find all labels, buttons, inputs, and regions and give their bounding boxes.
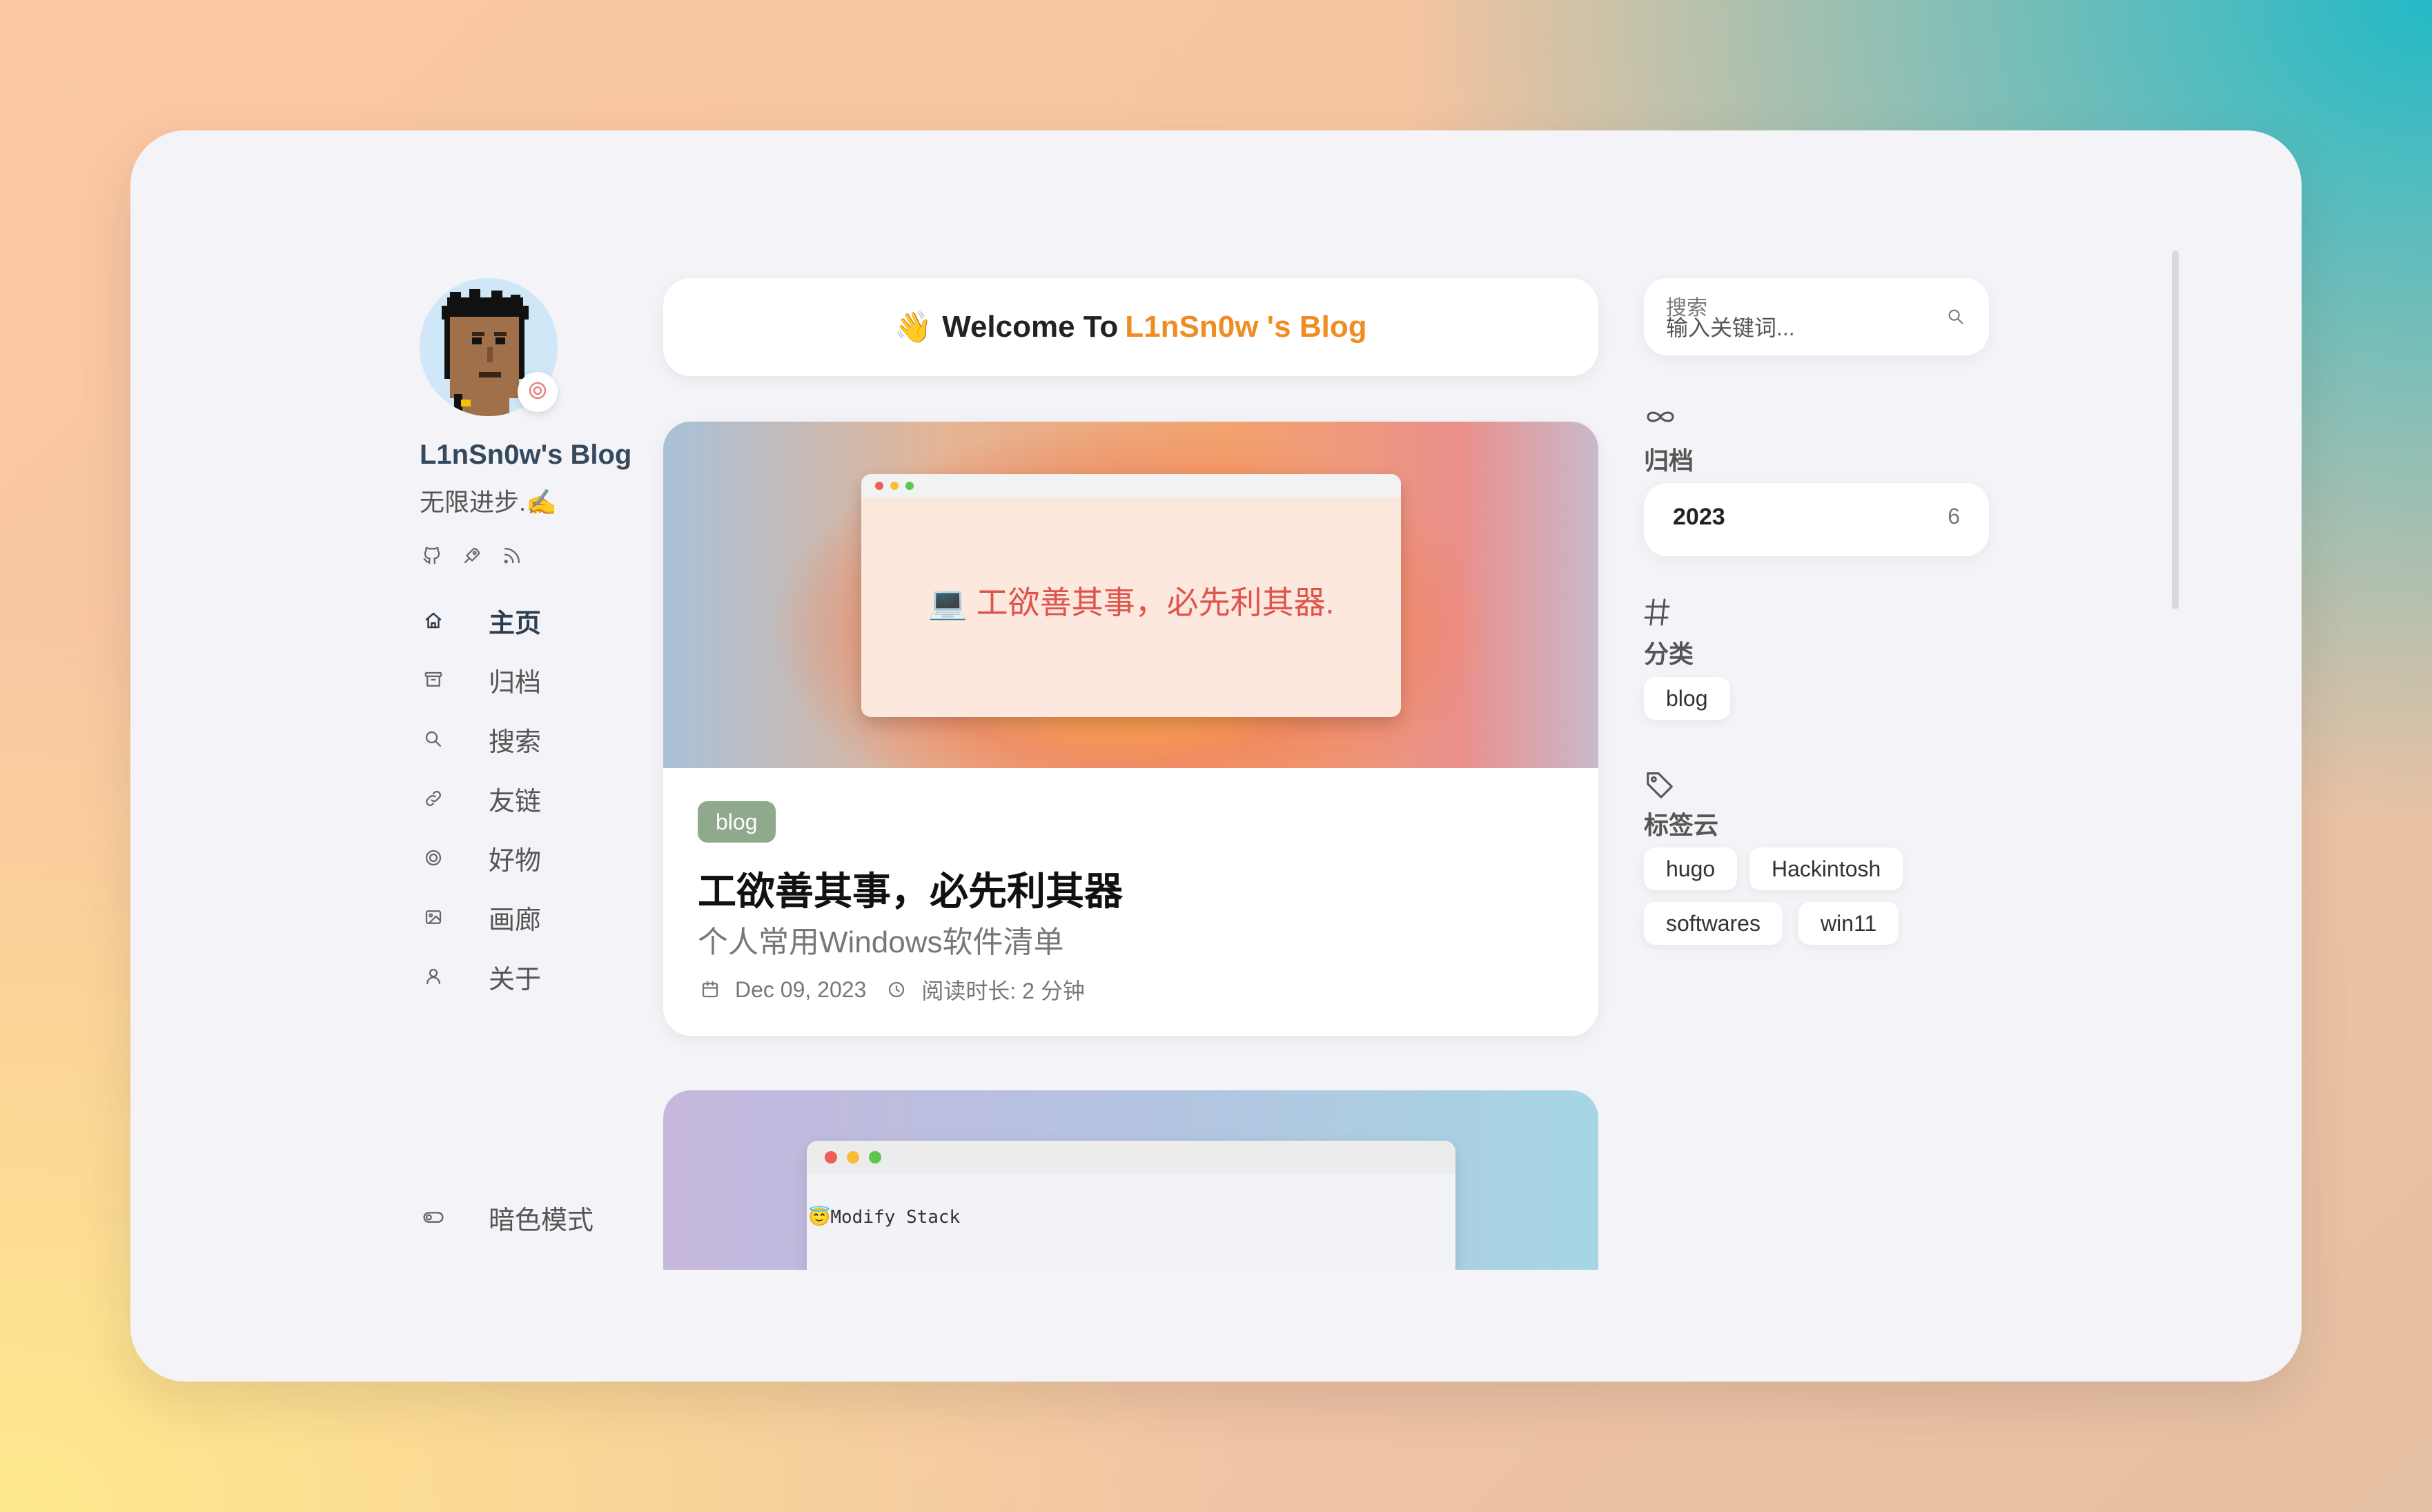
browser-window: L1nSn0w's Blog 无限进步.✍️ 主页 归档 搜索 友链 好物 画廊… bbox=[130, 130, 2302, 1382]
tag-chip[interactable]: hugo bbox=[1644, 847, 1738, 890]
maximize-dot-icon bbox=[905, 482, 914, 490]
categories-title: 分类 bbox=[1644, 640, 1694, 668]
archive-year: 2023 bbox=[1673, 504, 1725, 530]
nav-item-gallery[interactable]: 画廊 bbox=[420, 896, 599, 938]
welcome-prefix: Welcome To bbox=[942, 310, 1119, 344]
archives-title: 归档 bbox=[1644, 446, 1694, 475]
post-card[interactable]: 💻 工欲善其事，必先利其器. blog 工欲善其事，必先利其器 个人常用Wind… bbox=[663, 422, 1598, 1036]
nav-label: 画廊 bbox=[489, 905, 542, 935]
cover-window-mockup: 😇Modify Stack bbox=[807, 1141, 1455, 1270]
scrollbar[interactable] bbox=[2172, 251, 2179, 609]
minimize-dot-icon bbox=[890, 482, 899, 490]
site-subtitle: 无限进步.✍️ bbox=[420, 488, 557, 516]
rss-icon[interactable] bbox=[500, 543, 524, 568]
welcome-name: L1nSn0w 's Blog bbox=[1125, 310, 1367, 344]
close-dot-icon bbox=[875, 482, 883, 490]
archive-icon bbox=[420, 666, 447, 694]
maximize-dot-icon bbox=[869, 1151, 881, 1164]
dark-mode-label: 暗色模式 bbox=[489, 1206, 594, 1235]
category-badge[interactable]: blog bbox=[698, 801, 776, 843]
tag-chip[interactable]: win11 bbox=[1798, 902, 1899, 945]
nav-item-search[interactable]: 搜索 bbox=[420, 718, 599, 760]
nav-label: 搜索 bbox=[489, 727, 542, 757]
tag-chip[interactable]: softwares bbox=[1644, 902, 1783, 945]
image-icon bbox=[420, 903, 447, 931]
search-box[interactable]: 搜索 bbox=[1644, 278, 1989, 355]
nav-item-archive[interactable]: 归档 bbox=[420, 659, 599, 700]
nav-label: 友链 bbox=[489, 787, 542, 816]
post-cover-image[interactable]: 💻 工欲善其事，必先利其器. bbox=[663, 422, 1598, 768]
home-icon bbox=[420, 607, 447, 634]
post-read-time: 阅读时长: 2 分钟 bbox=[921, 979, 1085, 1003]
tag-icon bbox=[1644, 768, 1676, 803]
social-links bbox=[420, 543, 524, 568]
calendar-icon bbox=[698, 977, 723, 1002]
post-card[interactable]: 😇Modify Stack bbox=[663, 1090, 1598, 1270]
search-icon bbox=[420, 725, 447, 753]
target-icon bbox=[527, 380, 548, 404]
nav-label: 关于 bbox=[489, 965, 542, 994]
cover-code-text: 😇Modify Stack bbox=[808, 1207, 961, 1228]
nav-item-goods[interactable]: 好物 bbox=[420, 837, 599, 878]
link-icon bbox=[420, 785, 447, 812]
close-dot-icon bbox=[825, 1151, 837, 1164]
avatar-status-badge bbox=[518, 372, 558, 412]
github-icon[interactable] bbox=[420, 543, 444, 568]
nav-item-about[interactable]: 关于 bbox=[420, 956, 599, 997]
nav-label: 好物 bbox=[489, 846, 542, 876]
welcome-banner: 👋 Welcome To L1nSn0w 's Blog bbox=[663, 278, 1598, 376]
site-title[interactable]: L1nSn0w's Blog bbox=[420, 440, 631, 471]
hash-icon bbox=[1644, 597, 1671, 631]
search-input[interactable] bbox=[1666, 314, 1935, 342]
archive-year-item[interactable]: 2023 6 bbox=[1644, 483, 1989, 556]
tag-chip[interactable]: Hackintosh bbox=[1749, 847, 1903, 890]
window-titlebar bbox=[861, 474, 1401, 498]
post-date: Dec 09, 2023 bbox=[735, 976, 867, 1002]
post-description: 个人常用Windows软件清单 bbox=[698, 925, 1064, 959]
search-icon[interactable] bbox=[1943, 304, 1968, 329]
post-title[interactable]: 工欲善其事，必先利其器 bbox=[698, 861, 1123, 916]
window-titlebar bbox=[807, 1141, 1455, 1174]
target-icon bbox=[420, 844, 447, 872]
cover-text: 💻 工欲善其事，必先利其器. bbox=[928, 585, 1335, 620]
user-icon bbox=[420, 963, 447, 990]
dark-mode-toggle[interactable]: 暗色模式 bbox=[420, 1197, 668, 1238]
nav-label: 主页 bbox=[489, 609, 542, 638]
rocket-icon[interactable] bbox=[460, 543, 484, 568]
nav-item-links[interactable]: 友链 bbox=[420, 778, 599, 819]
minimize-dot-icon bbox=[847, 1151, 859, 1164]
infinity-icon bbox=[1644, 406, 1677, 431]
clock-icon bbox=[884, 977, 909, 1002]
wave-emoji: 👋 bbox=[894, 311, 933, 344]
toggle-icon bbox=[420, 1204, 447, 1231]
category-chip[interactable]: blog bbox=[1644, 677, 1730, 720]
tags-title: 标签云 bbox=[1644, 811, 1719, 839]
nav-label: 归档 bbox=[489, 668, 542, 698]
archive-count: 6 bbox=[1948, 504, 1960, 529]
nav-item-home[interactable]: 主页 bbox=[420, 600, 599, 641]
cover-window-mockup: 💻 工欲善其事，必先利其器. bbox=[861, 474, 1401, 717]
post-meta: Dec 09, 2023 阅读时长: 2 分钟 bbox=[698, 974, 1085, 1005]
